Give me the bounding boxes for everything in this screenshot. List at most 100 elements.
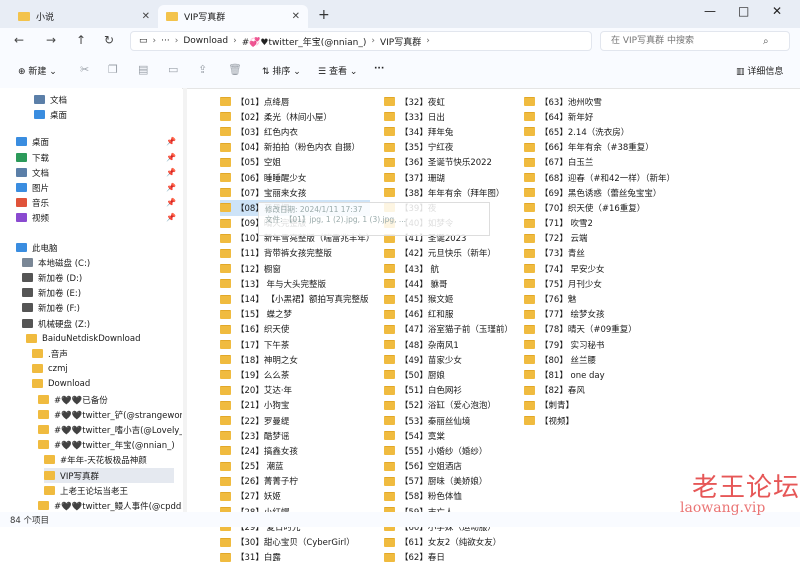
folder-item[interactable]: 【73】青丝: [524, 246, 674, 261]
folder-item[interactable]: 【25】 潮蓝: [220, 459, 370, 474]
delete-icon[interactable]: 🗑: [228, 63, 242, 76]
view-button[interactable]: ☰ 查看 ⌄: [318, 64, 357, 77]
folder-item[interactable]: 【79】 实习秘书: [524, 337, 674, 352]
folder-item[interactable]: 【74】 早安少女: [524, 261, 674, 276]
back-icon[interactable]: ←: [14, 33, 24, 47]
folder-item[interactable]: 【67】白玉兰: [524, 155, 674, 170]
tab-novel[interactable]: 小说 ✕: [10, 5, 158, 28]
folder-item[interactable]: 【刺青】: [524, 398, 674, 413]
folder-item[interactable]: 【23】酷梦谣: [220, 428, 370, 443]
folder-item[interactable]: 【05】空姐: [220, 155, 370, 170]
folder-item[interactable]: 【76】魅: [524, 291, 674, 306]
sidebar-item[interactable]: 上老王论坛当老王: [44, 483, 128, 498]
more-button[interactable]: ···: [374, 64, 384, 74]
folder-item[interactable]: 【视频】: [524, 413, 674, 428]
folder-item[interactable]: 【80】 丝兰腰: [524, 352, 674, 367]
new-button[interactable]: ⊕ 新建 ⌄: [18, 64, 57, 77]
folder-item[interactable]: 【27】妖姬: [220, 489, 370, 504]
folder-item[interactable]: 【42】元旦快乐（新年）: [384, 246, 512, 261]
up-icon[interactable]: ↑: [76, 33, 86, 47]
sort-button[interactable]: ⇅ 排序 ⌄: [262, 64, 301, 77]
folder-item[interactable]: 【71】 吹雪2: [524, 216, 674, 231]
folder-item[interactable]: 【35】宁红夜: [384, 140, 512, 155]
folder-item[interactable]: 【11】背带裤女孩完整版: [220, 246, 370, 261]
sidebar-item[interactable]: 新加卷 (E:): [22, 285, 81, 300]
folder-item[interactable]: 【07】宝丽来女孩: [220, 185, 370, 200]
details-button[interactable]: ▥ 详细信息: [736, 64, 783, 77]
folder-item[interactable]: 【30】甜心宝贝（CyberGirl）: [220, 534, 370, 549]
folder-item[interactable]: 【06】睡睡醒少女: [220, 170, 370, 185]
ellipsis-icon[interactable]: ···: [161, 36, 170, 46]
folder-item[interactable]: 【69】黑色诱惑（蕾丝兔宝宝）: [524, 185, 674, 200]
folder-item[interactable]: 【66】年年有余（#38重复）: [524, 140, 674, 155]
paste-icon[interactable]: ▤: [138, 63, 148, 76]
folder-item[interactable]: 【64】新年好: [524, 109, 674, 124]
sidebar-item[interactable]: 桌面 📌: [16, 134, 176, 149]
sidebar-item[interactable]: #🖤🖤已备份: [38, 392, 108, 407]
pin-icon[interactable]: 📌: [166, 183, 176, 192]
folder-item[interactable]: 【55】小婚纱（婚纱）: [384, 443, 512, 458]
forward-icon[interactable]: →: [46, 33, 56, 47]
folder-item[interactable]: 【75】月刊少女: [524, 276, 674, 291]
folder-item[interactable]: 【34】拜年兔: [384, 124, 512, 139]
folder-item[interactable]: 【70】织天使（#16重复）: [524, 200, 674, 215]
folder-item[interactable]: 【12】橱窗: [220, 261, 370, 276]
sidebar-item[interactable]: czmj: [32, 361, 68, 376]
folder-item[interactable]: 【51】白色网衫: [384, 383, 512, 398]
folder-item[interactable]: 【44】 貅哥: [384, 276, 512, 291]
sidebar-item[interactable]: #🖤🖤twitter_年宝(@nnian_): [38, 437, 175, 452]
folder-item[interactable]: 【68】迎春（#和42一样）（新年）: [524, 170, 675, 185]
sidebar-item[interactable]: 新加卷 (D:): [22, 270, 82, 285]
sidebar-item[interactable]: 桌面: [34, 107, 67, 122]
pin-icon[interactable]: 📌: [166, 198, 176, 207]
sidebar-item[interactable]: #🖤🖤twitter_鳗人事件(@cpdd34d: [38, 498, 182, 512]
folder-item[interactable]: 【15】 蝶之梦: [220, 307, 370, 322]
window-close-icon[interactable]: ✕: [772, 4, 782, 18]
sidebar-item[interactable]: 本地磁盘 (C:): [22, 255, 90, 270]
folder-item[interactable]: 【77】 绘梦女孩: [524, 307, 674, 322]
folder-item[interactable]: 【72】 云端: [524, 231, 674, 246]
folder-item[interactable]: 【47】浴室猫子前（玉瑾前）: [384, 322, 513, 337]
folder-item[interactable]: 【50】厨娘: [384, 367, 512, 382]
folder-item[interactable]: 【03】红色内衣: [220, 124, 370, 139]
sidebar-item[interactable]: 图片 📌: [16, 180, 176, 195]
pin-icon[interactable]: 📌: [166, 168, 176, 177]
search-input[interactable]: [609, 35, 763, 47]
breadcrumb-vip[interactable]: VIP写真群: [380, 35, 421, 48]
folder-item[interactable]: 【31】白露: [220, 550, 370, 565]
folder-item[interactable]: 【21】小狗宝: [220, 398, 370, 413]
folder-item[interactable]: 【52】浴缸（爱心泡泡）: [384, 398, 512, 413]
sidebar-item[interactable]: .音声: [32, 346, 68, 361]
folder-item[interactable]: 【46】红和服: [384, 307, 512, 322]
folder-item[interactable]: 【56】空姐酒店: [384, 459, 512, 474]
search-box[interactable]: ⌕: [600, 31, 790, 51]
sidebar-item[interactable]: 下载 📌: [16, 150, 176, 165]
sidebar-item[interactable]: 此电脑: [16, 240, 58, 255]
folder-item[interactable]: 【38】年年有余（拜年图）: [384, 185, 512, 200]
close-icon[interactable]: ✕: [292, 11, 300, 22]
folder-item[interactable]: 【57】厨味（美娇娘）: [384, 474, 512, 489]
refresh-icon[interactable]: ↻: [104, 33, 114, 47]
sidebar-item[interactable]: 机械硬盘 (Z:): [22, 316, 90, 331]
folder-item[interactable]: 【14】 【小黑裙】额拍写真完整版: [220, 291, 370, 306]
folder-item[interactable]: 【82】春风: [524, 383, 674, 398]
maximize-icon[interactable]: □: [738, 4, 749, 18]
folder-item[interactable]: 【37】珊瑚: [384, 170, 512, 185]
folder-item[interactable]: 【13】 年与大头完整版: [220, 276, 370, 291]
folder-item[interactable]: 【58】粉色体恤: [384, 489, 512, 504]
folder-item[interactable]: 【48】杂南风1: [384, 337, 512, 352]
close-icon[interactable]: ✕: [142, 11, 150, 22]
sidebar-item[interactable]: 文档: [34, 92, 67, 107]
new-tab-button[interactable]: +: [318, 7, 330, 23]
breadcrumb-twitter[interactable]: #💞♥twitter_年宝(@nnian_): [242, 35, 367, 48]
folder-item[interactable]: 【02】柔光（林间小屋）: [220, 109, 370, 124]
pin-icon[interactable]: 📌: [166, 153, 176, 162]
sidebar-item[interactable]: #🖤🖤twitter_嗜小吉(@Lovely_koy: [38, 422, 182, 437]
folder-item[interactable]: 【01】点绛唇: [220, 94, 370, 109]
pin-icon[interactable]: 📌: [166, 213, 176, 222]
pin-icon[interactable]: 📌: [166, 137, 176, 146]
sidebar-scrollbar[interactable]: [183, 88, 187, 512]
folder-item[interactable]: 【22】罗曼缇: [220, 413, 370, 428]
sidebar-item[interactable]: 音乐 📌: [16, 195, 176, 210]
address-bar[interactable]: ▭ › ··· › Download › #💞♥twitter_年宝(@nnia…: [130, 31, 592, 51]
